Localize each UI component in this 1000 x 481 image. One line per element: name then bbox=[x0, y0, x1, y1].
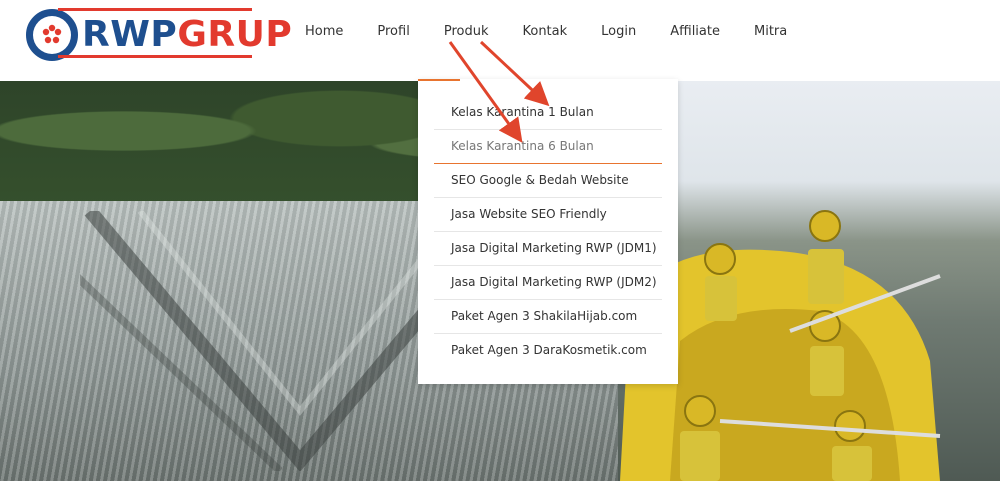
dropdown-item-seo-google-bedah-website[interactable]: SEO Google & Bedah Website bbox=[434, 164, 662, 198]
nav-produk[interactable]: Produk bbox=[444, 24, 489, 39]
logo-wordmark: RWPGRUP bbox=[82, 14, 293, 55]
logo-emblem-icon bbox=[26, 9, 78, 61]
logo-underline bbox=[58, 55, 252, 58]
nav-profil[interactable]: Profil bbox=[377, 24, 409, 39]
dropdown-accent-line bbox=[418, 79, 460, 81]
dropdown-item-agen-shakilahijab[interactable]: Paket Agen 3 ShakilaHijab.com bbox=[434, 300, 662, 334]
dropdown-item-agen-darakosmetik[interactable]: Paket Agen 3 DaraKosmetik.com bbox=[434, 334, 662, 367]
logo-overline bbox=[58, 8, 252, 11]
site-header: RWPGRUP Home Profil Produk Kontak Login … bbox=[0, 0, 1000, 81]
main-nav: Home Profil Produk Kontak Login Affiliat… bbox=[305, 24, 821, 39]
dropdown-item-kelas-karantina-6-bulan[interactable]: Kelas Karantina 6 Bulan bbox=[434, 130, 662, 164]
dropdown-item-jdm2[interactable]: Jasa Digital Marketing RWP (JDM2) bbox=[434, 266, 662, 300]
nav-mitra[interactable]: Mitra bbox=[754, 24, 787, 39]
nav-login[interactable]: Login bbox=[601, 24, 636, 39]
produk-dropdown-menu: Kelas Karantina 1 Bulan Kelas Karantina … bbox=[418, 79, 678, 384]
dropdown-item-jdm1[interactable]: Jasa Digital Marketing RWP (JDM1) bbox=[434, 232, 662, 266]
nav-affiliate[interactable]: Affiliate bbox=[670, 24, 720, 39]
dropdown-item-kelas-karantina-1-bulan[interactable]: Kelas Karantina 1 Bulan bbox=[434, 96, 662, 130]
nav-kontak[interactable]: Kontak bbox=[522, 24, 567, 39]
dropdown-item-jasa-website-seo-friendly[interactable]: Jasa Website SEO Friendly bbox=[434, 198, 662, 232]
nav-home[interactable]: Home bbox=[305, 24, 343, 39]
site-logo[interactable]: RWPGRUP bbox=[26, 8, 292, 62]
